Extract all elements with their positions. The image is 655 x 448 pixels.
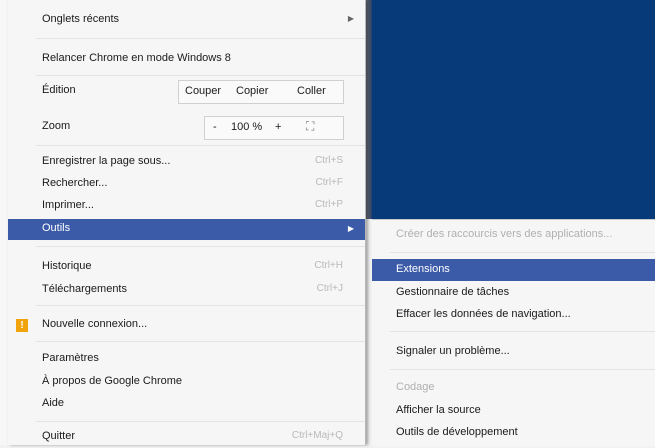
menu-item-downloads[interactable]: Téléchargements Ctrl+J	[8, 279, 365, 301]
paste-button[interactable]: Coller	[297, 85, 326, 97]
menu-item-print[interactable]: Imprimer... Ctrl+P	[8, 195, 365, 217]
menu-item-settings[interactable]: Paramètres	[8, 348, 365, 370]
menu-separator	[36, 421, 365, 422]
menu-row-zoom: Zoom - 100 % + ⛶	[8, 116, 365, 140]
submenu-item-task-manager[interactable]: Gestionnaire de tâches	[372, 282, 655, 304]
menu-item-shortcut: Ctrl+J	[316, 283, 343, 294]
submenu-item-dev-tools[interactable]: Outils de développement	[372, 422, 655, 444]
submenu-item-label: Extensions	[396, 263, 450, 275]
chrome-main-menu: Onglets récents ▶ Relancer Chrome en mod…	[8, 0, 366, 445]
menu-item-label: Enregistrer la page sous...	[42, 155, 171, 167]
submenu-separator	[390, 369, 655, 370]
submenu-item-extensions[interactable]: Extensions	[372, 259, 655, 281]
warning-icon: !	[16, 319, 28, 332]
menu-item-history[interactable]: Historique Ctrl+H	[8, 256, 365, 278]
menu-item-label: Historique	[42, 260, 92, 272]
menu-item-shortcut: Ctrl+H	[314, 260, 343, 271]
zoom-level: 100 %	[231, 121, 263, 133]
submenu-item-label: Effacer les données de navigation...	[396, 308, 571, 320]
menu-separator	[36, 38, 365, 39]
menu-item-shortcut: Ctrl+F	[315, 177, 344, 188]
submenu-item-view-source[interactable]: Afficher la source	[372, 400, 655, 422]
submenu-item-label: Signaler un problème...	[396, 345, 510, 357]
copy-button[interactable]: Copier	[236, 85, 268, 97]
menu-item-label: À propos de Google Chrome	[42, 375, 183, 387]
zoom-label: Zoom	[42, 120, 71, 132]
menu-item-shortcut: Ctrl+Maj+Q	[291, 430, 343, 441]
edit-label: Édition	[42, 84, 76, 96]
menu-item-recent-tabs[interactable]: Onglets récents ▶	[8, 9, 365, 31]
menu-item-help[interactable]: Aide	[8, 393, 365, 415]
left-edge	[0, 0, 8, 445]
menu-item-label: Onglets récents	[42, 13, 120, 25]
submenu-item-clear-data[interactable]: Effacer les données de navigation...	[372, 304, 655, 326]
tools-submenu: Créer des raccourcis vers des applicatio…	[372, 219, 655, 446]
menu-separator	[36, 145, 365, 146]
menu-item-label: Outils	[42, 222, 71, 234]
menu-item-new-connection[interactable]: ! Nouvelle connexion...	[8, 314, 365, 336]
submenu-item-label: Gestionnaire de tâches	[396, 286, 510, 298]
menu-item-save-page[interactable]: Enregistrer la page sous... Ctrl+S	[8, 151, 365, 173]
menu-separator	[36, 246, 365, 247]
submenu-item-label: Créer des raccourcis vers des applicatio…	[396, 228, 613, 240]
menu-separator	[36, 305, 365, 306]
fullscreen-icon[interactable]: ⛶	[306, 119, 314, 134]
submenu-item-label: Afficher la source	[396, 404, 481, 416]
submenu-arrow-icon: ▶	[347, 224, 354, 233]
zoom-controls: - 100 % + ⛶	[204, 116, 344, 140]
submenu-separator	[390, 331, 655, 332]
submenu-separator	[390, 252, 655, 253]
menu-item-about[interactable]: À propos de Google Chrome	[8, 371, 365, 393]
submenu-item-encoding: Codage	[372, 377, 655, 399]
menu-item-label: Rechercher...	[42, 177, 108, 189]
menu-item-tools[interactable]: Outils ▶	[8, 219, 365, 240]
submenu-item-report-problem[interactable]: Signaler un problème...	[372, 341, 655, 363]
menu-item-label: Téléchargements	[42, 283, 127, 295]
submenu-item-label: Codage	[396, 381, 435, 393]
menu-item-label: Aide	[42, 397, 65, 409]
menu-item-label: Nouvelle connexion...	[42, 318, 148, 330]
menu-separator	[36, 341, 365, 342]
cut-button[interactable]: Couper	[185, 85, 221, 97]
menu-item-find[interactable]: Rechercher... Ctrl+F	[8, 173, 365, 195]
submenu-arrow-icon: ▶	[347, 14, 354, 23]
submenu-item-label: Outils de développement	[396, 426, 518, 438]
menu-item-label: Paramètres	[42, 352, 99, 364]
submenu-item-create-shortcuts[interactable]: Créer des raccourcis vers des applicatio…	[372, 224, 655, 246]
menu-item-label: Quitter	[42, 430, 76, 442]
edit-button-group: Couper Copier Coller	[178, 80, 344, 104]
menu-item-label: Relancer Chrome en mode Windows 8	[42, 52, 231, 64]
menu-item-shortcut: Ctrl+S	[314, 155, 343, 166]
zoom-out-button[interactable]: -	[213, 121, 217, 133]
menu-row-edit: Édition Couper Copier Coller	[8, 80, 365, 104]
menu-shadow	[365, 0, 372, 219]
zoom-in-button[interactable]: +	[275, 121, 281, 133]
menu-separator	[36, 75, 365, 76]
desktop-background	[372, 0, 655, 219]
menu-item-label: Imprimer...	[42, 199, 94, 211]
menu-item-relaunch-windows8[interactable]: Relancer Chrome en mode Windows 8	[8, 48, 365, 70]
menu-item-shortcut: Ctrl+P	[314, 199, 343, 210]
